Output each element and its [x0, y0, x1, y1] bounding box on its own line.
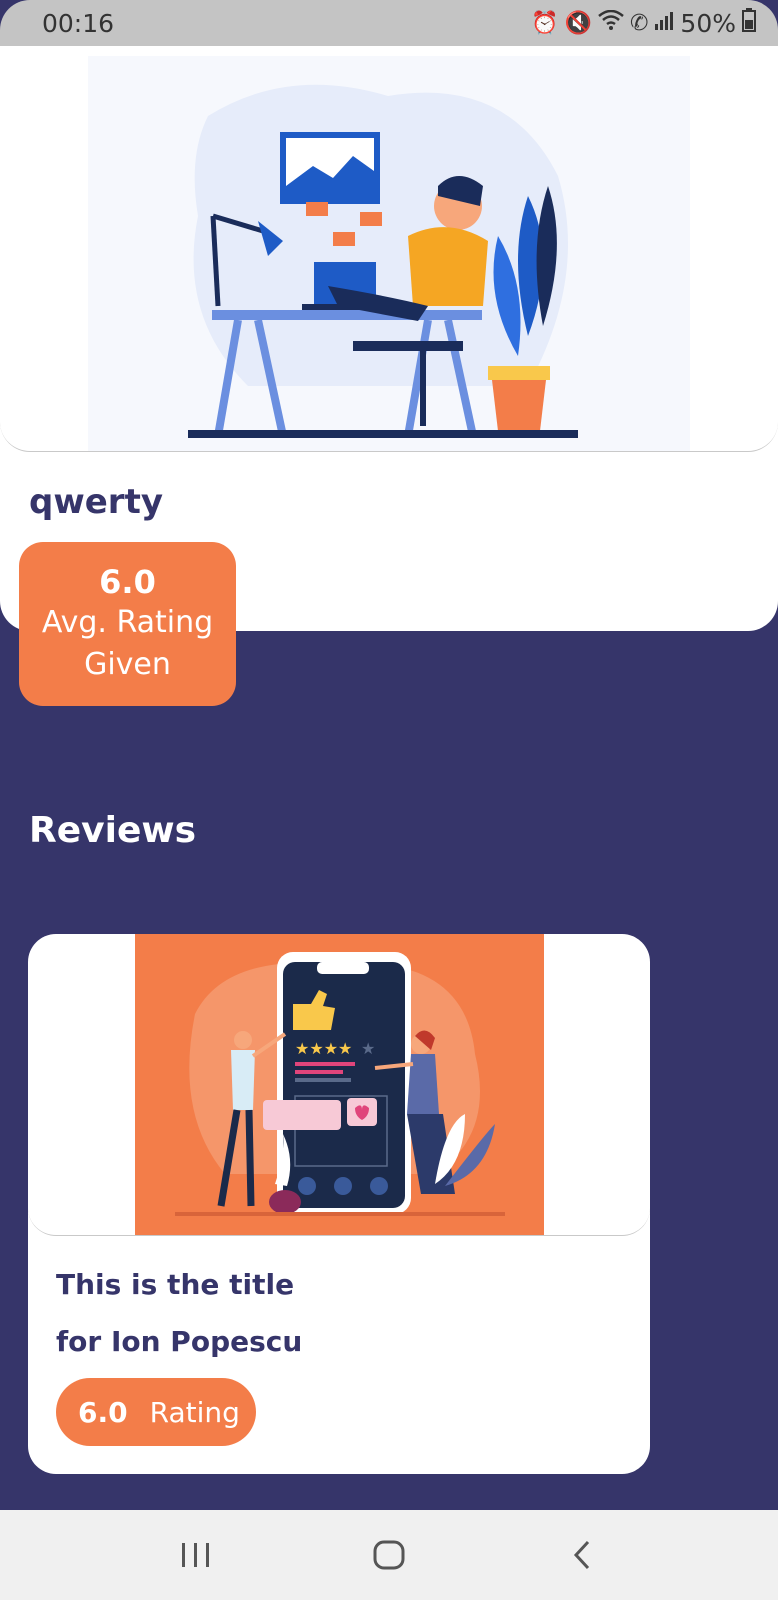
review-title: This is the title for Ion Popescu [56, 1256, 616, 1370]
wifi-icon [598, 9, 624, 36]
mute-icon: 🔇 [564, 10, 592, 36]
back-icon[interactable] [552, 1525, 612, 1585]
call-icon: ✆ [629, 10, 649, 36]
review-title-line-2: for Ion Popescu [56, 1325, 303, 1358]
home-icon[interactable] [359, 1525, 419, 1585]
phone-rating-illustration: ★★★★ ★ [135, 934, 544, 1235]
status-time: 00:16 [42, 8, 115, 38]
status-bar: 00:16 ⏰ 🔇 ✆ 50% [0, 0, 778, 46]
review-image: ★★★★ ★ [28, 934, 650, 1236]
reviews-heading: Reviews [29, 810, 197, 851]
system-nav-bar [0, 1510, 778, 1600]
avg-rating-label-2: Given [84, 647, 171, 682]
avg-rating-badge: 6.0 Avg. Rating Given [19, 542, 236, 706]
avg-rating-value: 6.0 [99, 563, 156, 601]
review-rating-value: 6.0 [78, 1395, 128, 1429]
recent-apps-icon[interactable] [166, 1525, 226, 1585]
battery-percent: 50% [680, 8, 736, 38]
battery-icon [742, 8, 756, 38]
signal-icon [654, 10, 674, 36]
profile-name: qwerty [29, 482, 163, 522]
profile-hero-image [0, 46, 778, 452]
alarm-icon: ⏰ [531, 10, 559, 36]
review-card[interactable]: ★★★★ ★ This is the title for Ion Popescu… [28, 934, 650, 1474]
review-rating-badge: 6.0 Rating [56, 1378, 256, 1446]
review-rating-label: Rating [149, 1395, 240, 1429]
svg-text:★: ★ [361, 1039, 375, 1058]
status-icons: ⏰ 🔇 ✆ 50% [531, 8, 756, 38]
avg-rating-label-1: Avg. Rating [41, 605, 214, 640]
svg-text:★★★★: ★★★★ [295, 1039, 352, 1058]
relaxing-at-desk-illustration [88, 56, 690, 451]
review-title-line-1: This is the title [56, 1268, 295, 1301]
